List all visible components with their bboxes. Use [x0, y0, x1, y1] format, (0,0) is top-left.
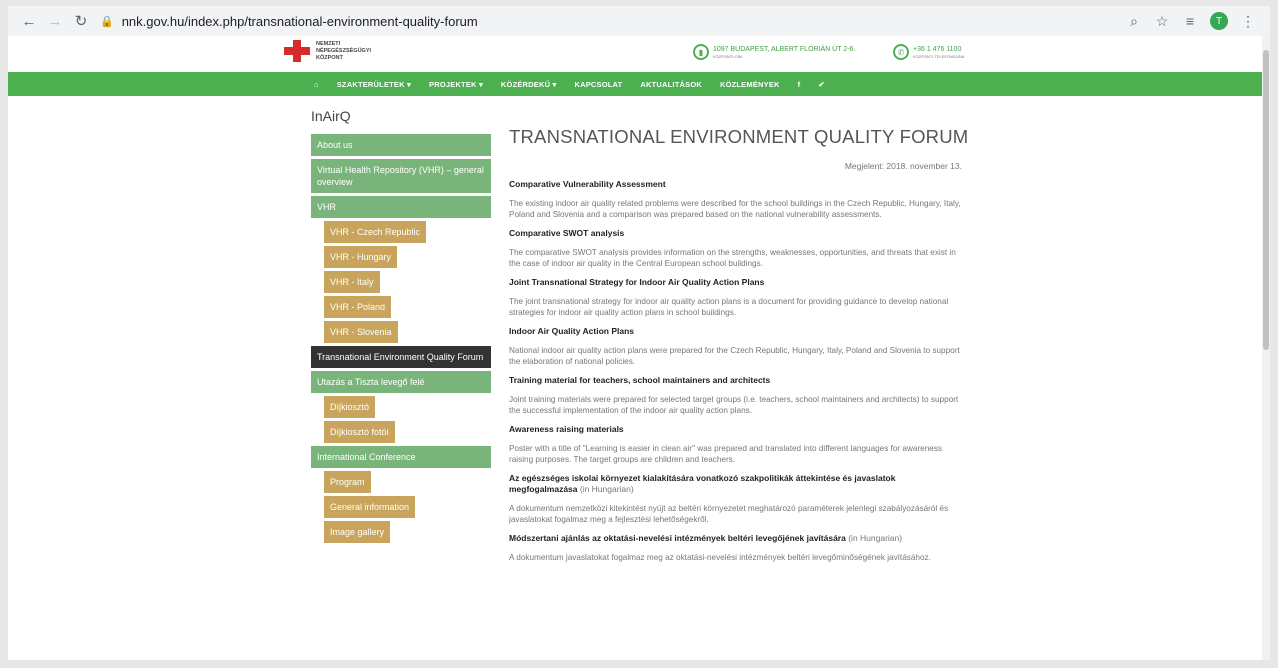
- content-sections: Comparative Vulnerability Assessment The …: [509, 179, 962, 564]
- section-heading: Awareness raising materials: [509, 424, 624, 434]
- section-heading: Indoor Air Quality Action Plans: [509, 326, 634, 336]
- home-icon[interactable]: ⌂: [314, 80, 319, 89]
- address-subtext: KÖZPONTI CÍM: [713, 53, 742, 59]
- content-section: Indoor Air Quality Action Plans National …: [509, 326, 962, 367]
- bookmark-star-icon[interactable]: ☆: [1148, 13, 1176, 30]
- sidebar-title: InAirQ: [311, 108, 351, 124]
- site-logo[interactable]: NEMZETI NÉPEGÉSZSÉGÜGYI KÖZPONT: [284, 40, 371, 62]
- web-page: NEMZETI NÉPEGÉSZSÉGÜGYI KÖZPONT ▮ 1097 B…: [8, 36, 1262, 660]
- section-heading: Comparative Vulnerability Assessment: [509, 179, 666, 189]
- phone-subtext: KÖZPONTI TELEFONSZÁM: [913, 53, 965, 59]
- site-header: NEMZETI NÉPEGÉSZSÉGÜGYI KÖZPONT ▮ 1097 B…: [8, 36, 1262, 72]
- reload-icon[interactable]: ↻: [68, 10, 94, 32]
- section-heading: Training material for teachers, school m…: [509, 375, 771, 385]
- section-text: The joint transnational strategy for ind…: [509, 297, 949, 317]
- sidebar-item[interactable]: Virtual Health Repository (VHR) – genera…: [311, 159, 491, 193]
- facebook-icon[interactable]: f: [798, 80, 801, 89]
- nav-item-aktualitasok[interactable]: AKTUALITÁSOK: [640, 80, 702, 89]
- nav-item-szakteruletek[interactable]: SZAKTERÜLETEK ▾: [337, 80, 411, 89]
- section-text: The comparative SWOT analysis provides i…: [509, 248, 956, 268]
- sidebar-item[interactable]: Díjkiosztó fotói: [324, 421, 395, 443]
- lock-icon: 🔒: [100, 15, 114, 28]
- address-text: 1097 BUDAPEST, ALBERT FLÓRIÁN ÚT 2-6.: [713, 45, 856, 53]
- cross-logo-icon: [284, 40, 310, 62]
- section-text: Joint training materials were prepared f…: [509, 395, 959, 415]
- sidebar-menu: About us Virtual Health Repository (VHR) …: [311, 134, 491, 543]
- nav-item-projektek[interactable]: PROJEKTEK ▾: [429, 80, 483, 89]
- building-icon: ▮: [693, 44, 709, 60]
- section-heading: Módszertani ajánlás az oktatási-nevelési…: [509, 533, 903, 543]
- browser-window: ← → ↻ 🔒 nnk.gov.hu/index.php/transnation…: [0, 0, 1278, 668]
- phone-text[interactable]: +36 1 476 1100: [913, 46, 964, 54]
- sidebar-item[interactable]: Utazás a Tiszta levegő felé: [311, 371, 491, 393]
- url-text: nnk.gov.hu/index.php/transnational-envir…: [121, 13, 478, 29]
- scrollbar-thumb[interactable]: [1263, 50, 1269, 350]
- section-heading: Comparative SWOT analysis: [509, 228, 625, 238]
- browser-toolbar: ← → ↻ 🔒 nnk.gov.hu/index.php/transnation…: [8, 6, 1270, 36]
- address-bar[interactable]: 🔒 nnk.gov.hu/index.php/transnational-env…: [100, 10, 1120, 32]
- reading-list-icon[interactable]: ≡: [1176, 13, 1204, 29]
- forward-arrow-icon[interactable]: →: [42, 10, 68, 32]
- section-text: A dokumentum javaslatokat fogalmaz meg a…: [509, 553, 931, 562]
- content-section: Az egészséges iskolai környezet kialakít…: [509, 473, 962, 525]
- content-section: Awareness raising materials Poster with a…: [509, 424, 962, 465]
- menu-kebab-icon[interactable]: ⋮: [1234, 13, 1262, 30]
- sidebar-item[interactable]: VHR - Hungary: [324, 246, 398, 268]
- content-section: Training material for teachers, school m…: [509, 375, 962, 416]
- content-section: Comparative Vulnerability Assessment The …: [509, 179, 962, 220]
- twitter-icon[interactable]: ✔: [818, 80, 824, 89]
- sidebar-item[interactable]: VHR - Poland: [324, 296, 392, 318]
- main-content: TRANSNATIONAL ENVIRONMENT QUALITY FORUM …: [509, 126, 969, 564]
- sidebar-item[interactable]: International Conference: [311, 446, 491, 468]
- main-navigation: ⌂ SZAKTERÜLETEK ▾ PROJEKTEK ▾ KÖZÉRDEKŰ …: [8, 72, 1262, 96]
- logo-text: NEMZETI NÉPEGÉSZSÉGÜGYI KÖZPONT: [316, 40, 372, 61]
- nav-item-kozlemenyek[interactable]: KÖZLEMÉNYEK: [720, 80, 780, 89]
- sidebar-item[interactable]: General information: [324, 496, 416, 518]
- section-text: National indoor air quality action plans…: [509, 346, 960, 366]
- sidebar-item[interactable]: Díjkiosztó: [324, 396, 376, 418]
- section-heading: Joint Transnational Strategy for Indoor …: [509, 277, 765, 287]
- section-text: Poster with a title of "Learning is easi…: [509, 444, 943, 464]
- sidebar-item[interactable]: VHR: [311, 196, 491, 218]
- nav-item-kapcsolat[interactable]: KAPCSOLAT: [574, 80, 622, 89]
- content-section: Comparative SWOT analysis The comparative…: [509, 228, 962, 269]
- publish-date: Megjelent: 2018. november 13.: [844, 161, 962, 171]
- section-text: A dokumentum nemzetközi kitekintést nyúj…: [509, 504, 949, 524]
- content-section: Joint Transnational Strategy for Indoor …: [509, 277, 962, 318]
- sidebar-item[interactable]: VHR - Slovenia: [324, 321, 398, 343]
- sidebar-item[interactable]: Transnational Environment Quality Forum: [311, 346, 491, 368]
- section-heading: Az egészséges iskolai környezet kialakít…: [509, 473, 896, 494]
- phone-block: ✆ +36 1 476 1100 KÖZPONTI TELEFONSZÁM: [893, 44, 964, 60]
- sidebar-item[interactable]: Program: [324, 471, 371, 493]
- sidebar-item[interactable]: VHR - Italy: [324, 271, 380, 293]
- sidebar-item[interactable]: About us: [311, 134, 491, 156]
- address-block: ▮ 1097 BUDAPEST, ALBERT FLÓRIÁN ÚT 2-6. …: [693, 44, 855, 60]
- zoom-icon[interactable]: ⌕: [1120, 13, 1148, 30]
- sidebar-item[interactable]: Image gallery: [324, 521, 391, 543]
- sidebar-item[interactable]: VHR - Czech Republic: [324, 221, 427, 243]
- scrollbar[interactable]: [1262, 36, 1270, 660]
- section-text: The existing indoor air quality related …: [509, 199, 961, 219]
- content-section: Módszertani ajánlás az oktatási-nevelési…: [509, 533, 962, 564]
- nav-item-kozerdeku[interactable]: KÖZÉRDEKŰ ▾: [501, 80, 557, 89]
- phone-icon: ✆: [893, 44, 909, 60]
- back-arrow-icon[interactable]: ←: [16, 10, 42, 32]
- profile-avatar[interactable]: T: [1210, 12, 1228, 30]
- sidebar: InAirQ About us Virtual Health Repository…: [311, 108, 491, 546]
- page-title: TRANSNATIONAL ENVIRONMENT QUALITY FORUM: [509, 126, 969, 147]
